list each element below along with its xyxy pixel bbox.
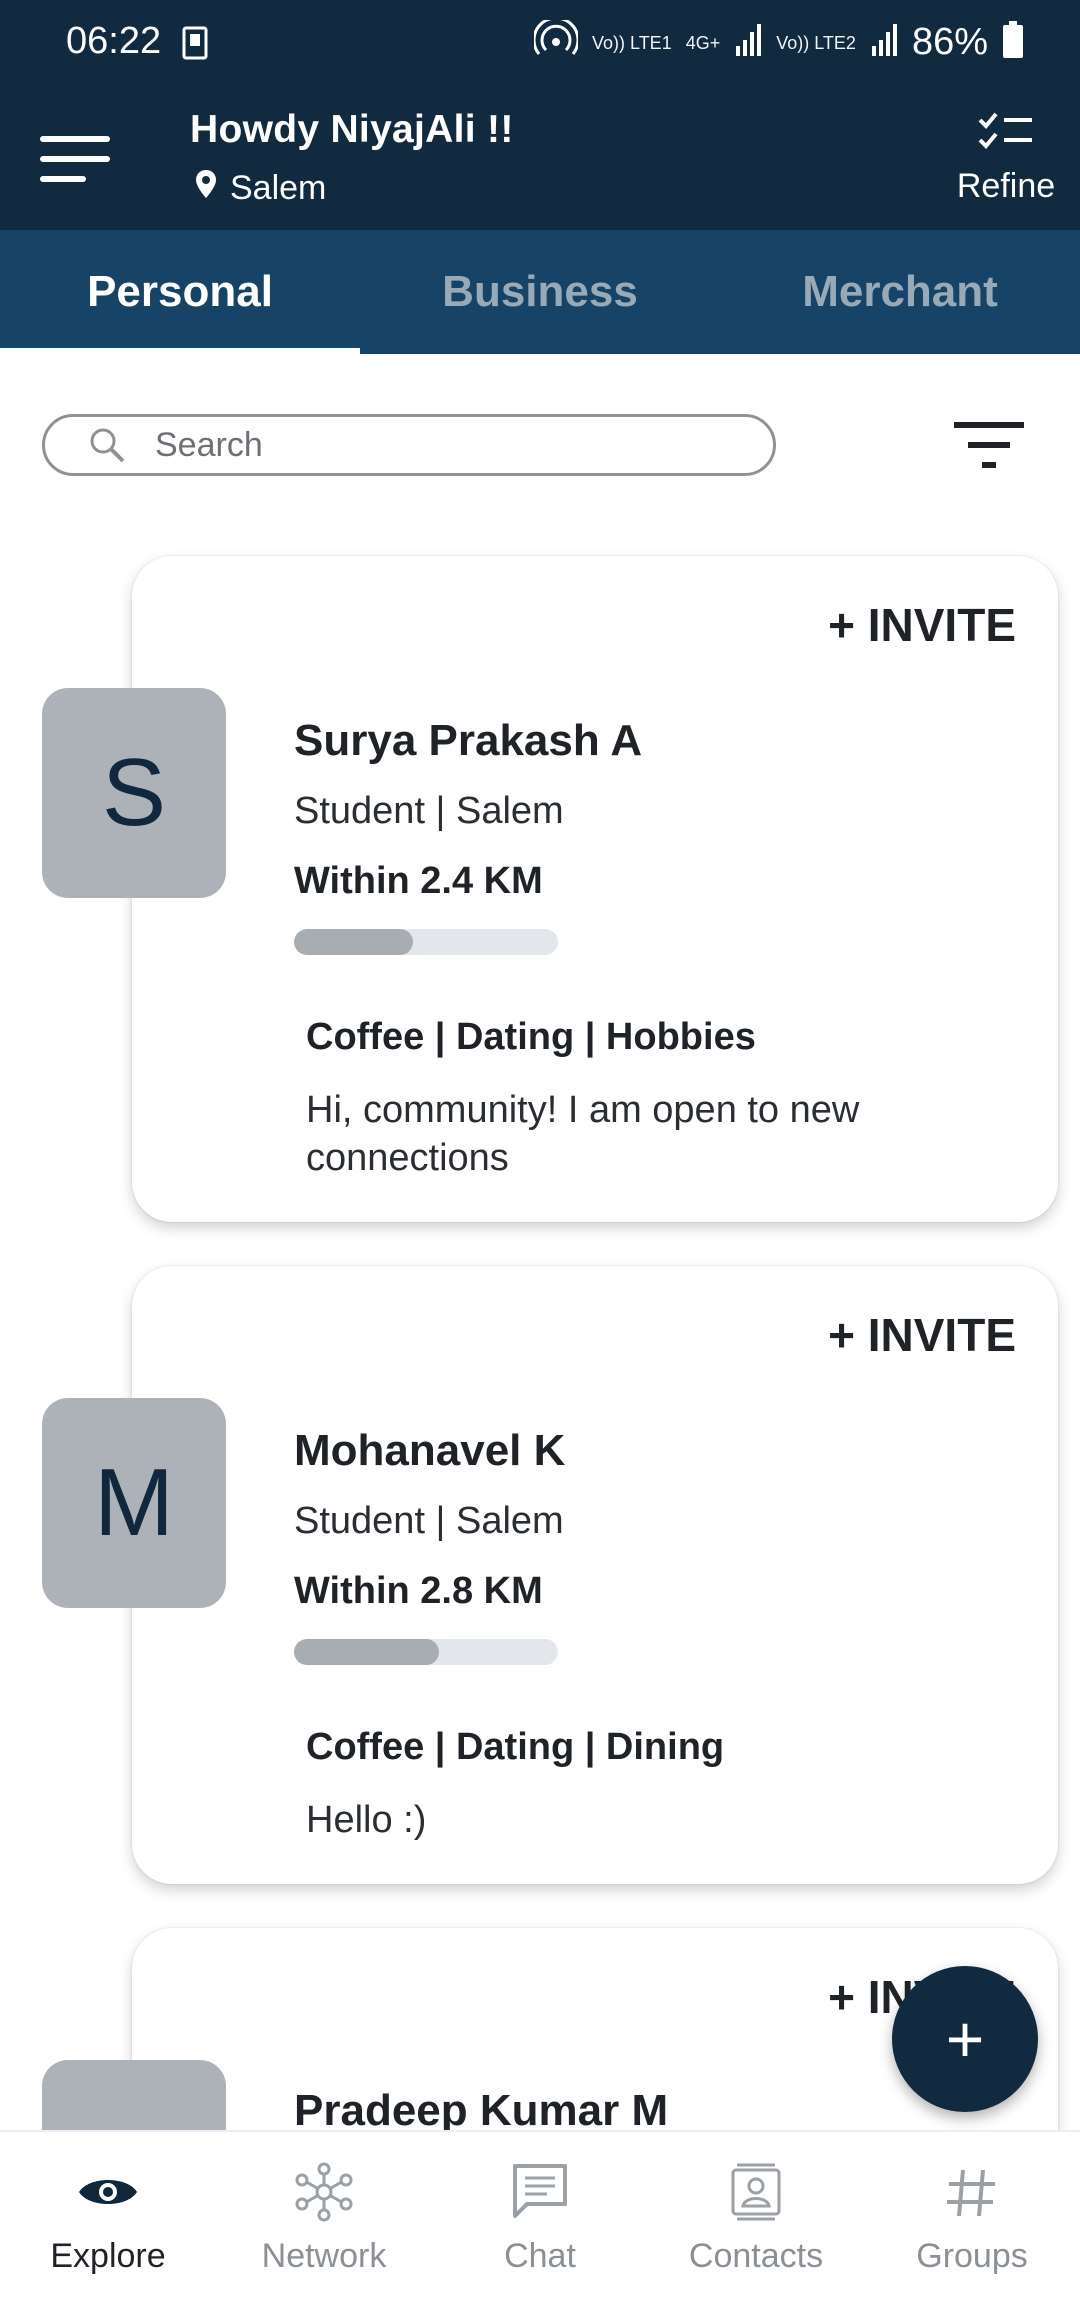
profile-role: Student | Salem xyxy=(294,790,564,832)
filter-icon[interactable] xyxy=(952,418,1026,474)
category-tabs: Personal Business Merchant xyxy=(0,230,1080,354)
profile-name[interactable]: Pradeep Kumar M xyxy=(294,2086,668,2130)
chat-icon xyxy=(507,2162,573,2227)
tab-personal[interactable]: Personal xyxy=(0,230,360,354)
status-time: 06:22 xyxy=(66,20,162,62)
tab-merchant[interactable]: Merchant xyxy=(720,230,1080,354)
nav-groups[interactable]: Groups xyxy=(864,2132,1080,2304)
nav-chat[interactable]: Chat xyxy=(432,2132,648,2304)
profile-bio: Hello :) xyxy=(306,1799,427,1841)
location[interactable]: Salem xyxy=(194,168,326,209)
distance-label: Within 2.8 KM xyxy=(294,1570,543,1612)
refine-label: Refine xyxy=(956,167,1056,205)
network-icon xyxy=(291,2162,357,2227)
proximity-bar xyxy=(294,1639,558,1665)
hamburger-menu-icon[interactable] xyxy=(38,132,112,188)
profile-name[interactable]: Mohanavel K xyxy=(294,1426,565,1476)
search-input[interactable] xyxy=(153,424,717,466)
proximity-bar-fill xyxy=(294,929,413,955)
nav-label: Groups xyxy=(916,2237,1028,2275)
profile-bio: Hi, community! I am open to new connecti… xyxy=(306,1089,860,1179)
profile-card[interactable]: + INVITE Coffee | Dating | Hobbies Hi, c… xyxy=(132,556,1058,1222)
nav-label: Explore xyxy=(50,2237,166,2275)
hotspot-icon xyxy=(532,16,580,65)
search-icon xyxy=(87,425,127,465)
battery-percent: 86% xyxy=(911,21,988,63)
nav-label: Chat xyxy=(504,2237,576,2275)
battery-icon xyxy=(1002,21,1024,64)
proximity-bar xyxy=(294,929,558,955)
nav-network[interactable]: Network xyxy=(216,2132,432,2304)
bottom-navigation: Explore Network Chat Contacts Groups xyxy=(0,2130,1080,2304)
location-pin-icon xyxy=(194,168,218,209)
refine-button[interactable]: Refine xyxy=(946,108,1066,206)
proximity-bar-fill xyxy=(294,1639,440,1665)
location-label: Salem xyxy=(230,169,327,207)
contacts-icon xyxy=(723,2162,789,2227)
nav-label: Network xyxy=(261,2237,387,2275)
avatar[interactable]: S xyxy=(42,688,226,898)
checklist-icon xyxy=(976,112,1036,160)
network-indicator-3: Vo)) LTE2 xyxy=(776,32,856,53)
signal-icon xyxy=(734,22,762,63)
eye-icon xyxy=(75,2162,141,2227)
search-bar xyxy=(42,414,776,476)
sim-card-icon xyxy=(178,24,214,69)
status-bar: 06:22 Vo)) LTE1 4G+ Vo)) LTE2 86% xyxy=(0,0,1080,90)
interest-tags: Coffee | Dating | Hobbies xyxy=(306,1016,756,1058)
avatar[interactable]: M xyxy=(42,1398,226,1608)
interest-tags: Coffee | Dating | Dining xyxy=(306,1726,725,1768)
greeting-text: Howdy NiyajAli !! xyxy=(190,108,514,151)
network-indicator-2: 4G+ xyxy=(685,32,721,53)
distance-label: Within 2.4 KM xyxy=(294,860,543,902)
network-indicator-1: Vo)) LTE1 xyxy=(592,32,672,53)
profile-role: Student | Salem xyxy=(294,1500,564,1542)
app-header: Howdy NiyajAli !! Salem Refine xyxy=(0,90,1080,230)
add-button[interactable]: + xyxy=(892,1966,1038,2112)
avatar[interactable]: P xyxy=(42,2060,226,2130)
invite-button[interactable]: + INVITE xyxy=(828,1308,1016,1362)
invite-button[interactable]: + INVITE xyxy=(828,598,1016,652)
signal-icon-2 xyxy=(870,22,898,63)
hashtag-icon xyxy=(939,2162,1005,2227)
profile-name[interactable]: Surya Prakash A xyxy=(294,716,642,766)
tab-business[interactable]: Business xyxy=(360,230,720,354)
profile-card[interactable]: + INVITE Coffee | Dating | Dining Hello … xyxy=(132,1266,1058,1884)
nav-explore[interactable]: Explore xyxy=(0,2132,216,2304)
nav-contacts[interactable]: Contacts xyxy=(648,2132,864,2304)
nav-label: Contacts xyxy=(688,2237,824,2275)
